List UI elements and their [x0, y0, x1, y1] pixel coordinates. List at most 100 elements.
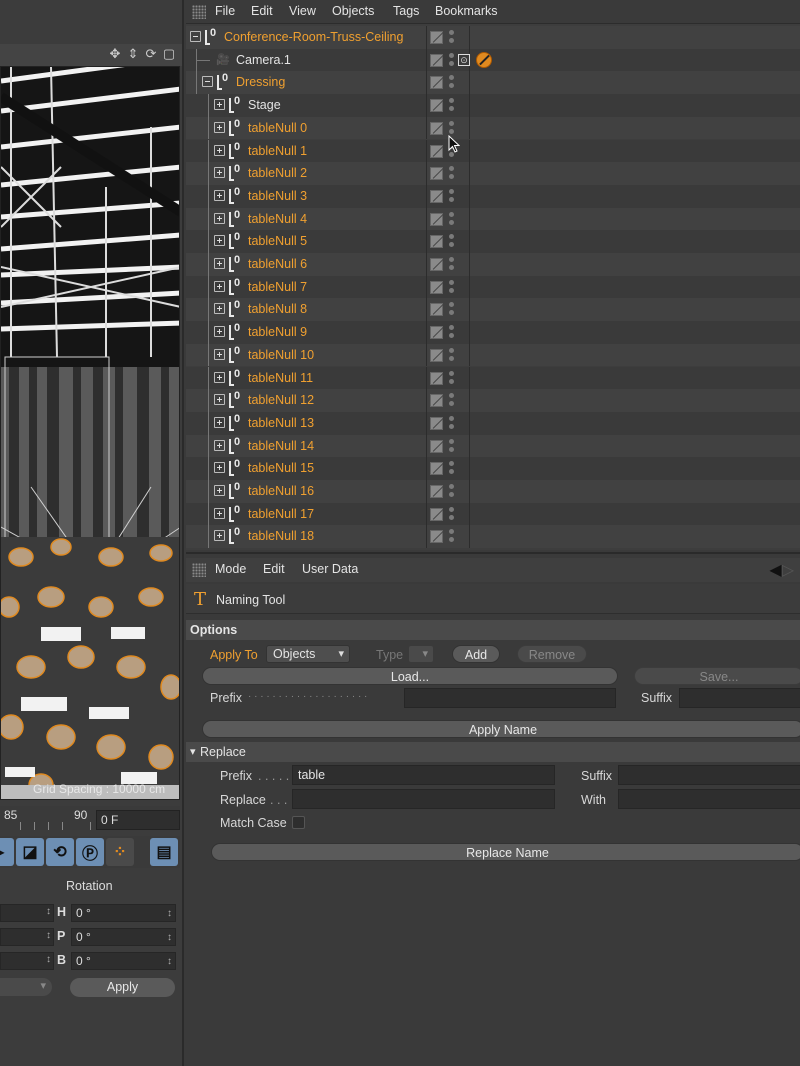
visibility-dots-icon[interactable] [449, 302, 454, 316]
menu-objects[interactable]: Objects [332, 4, 374, 18]
menu-am-edit[interactable]: Edit [263, 562, 285, 576]
layer-toggle-icon[interactable] [430, 167, 443, 181]
layer-toggle-icon[interactable] [430, 280, 443, 294]
replace-name-button[interactable]: Replace Name [211, 843, 800, 861]
replace-suffix-input[interactable] [618, 765, 800, 785]
coord-mode-dropdown[interactable] [0, 978, 52, 996]
object-row[interactable]: tableNull 16 [186, 480, 800, 503]
object-row[interactable]: tableNull 6 [186, 253, 800, 276]
object-row[interactable]: Conference-Room-Truss-Ceiling [186, 26, 800, 49]
object-row[interactable]: tableNull 9 [186, 321, 800, 344]
move-view-icon[interactable]: ✥ [108, 47, 122, 61]
layer-toggle-icon[interactable] [430, 144, 443, 158]
remove-button[interactable]: Remove [517, 645, 587, 663]
menu-mode[interactable]: Mode [215, 562, 246, 576]
replace-input[interactable] [292, 789, 555, 809]
current-frame-field[interactable]: 0 F [96, 810, 180, 830]
expand-icon[interactable] [214, 348, 225, 360]
object-row[interactable]: Stage [186, 94, 800, 117]
expand-icon[interactable] [214, 235, 225, 247]
menu-edit[interactable]: Edit [251, 4, 273, 18]
object-row[interactable]: tableNull 11 [186, 366, 800, 390]
expand-icon[interactable] [214, 212, 225, 224]
layer-toggle-icon[interactable] [430, 258, 443, 271]
layer-toggle-icon[interactable] [430, 507, 443, 521]
layer-toggle-icon[interactable] [430, 31, 443, 44]
expand-icon[interactable] [214, 99, 225, 111]
object-row[interactable]: tableNull 4 [186, 207, 800, 231]
object-row[interactable]: tableNull 3 [186, 184, 800, 208]
object-row[interactable]: tableNull 17 [186, 502, 800, 526]
size-field-z[interactable] [0, 952, 54, 970]
visibility-dots-icon[interactable] [449, 325, 454, 339]
expand-icon[interactable] [214, 167, 225, 179]
layer-toggle-icon[interactable] [430, 348, 443, 362]
suffix-input[interactable] [679, 688, 800, 708]
panel-grip-icon[interactable] [192, 563, 206, 577]
object-row[interactable]: tableNull 10 [186, 343, 800, 367]
object-row[interactable]: 🎥 Camera.1 ⊙ [186, 48, 800, 72]
visibility-dots-icon[interactable] [449, 120, 454, 135]
maximize-view-icon[interactable]: ▢ [162, 47, 176, 61]
expand-icon[interactable] [214, 121, 225, 133]
layer-toggle-icon[interactable] [430, 235, 443, 249]
layer-toggle-icon[interactable] [430, 303, 443, 317]
size-field-x[interactable] [0, 904, 54, 922]
visibility-dots-icon[interactable] [449, 393, 454, 407]
expand-icon[interactable] [214, 530, 225, 542]
point-level-icon[interactable]: ⁘ [106, 838, 134, 866]
visibility-dots-icon[interactable] [449, 188, 454, 203]
timeline-window-icon[interactable]: ▤ [150, 838, 178, 866]
object-row[interactable]: tableNull 5 [186, 230, 800, 253]
size-field-y[interactable] [0, 928, 54, 946]
expand-icon[interactable] [214, 258, 225, 269]
layer-toggle-icon[interactable] [430, 212, 443, 226]
layer-toggle-icon[interactable] [430, 326, 443, 340]
visibility-dots-icon[interactable] [449, 438, 454, 453]
3d-viewport[interactable]: Grid Spacing : 10000 cm [0, 66, 180, 800]
menu-file[interactable]: File [215, 4, 235, 18]
collapse-icon[interactable] [190, 31, 201, 42]
rotation-p-field[interactable]: 0 ° [71, 928, 176, 946]
object-row[interactable]: tableNull 2 [186, 162, 800, 185]
expand-icon[interactable] [214, 394, 225, 406]
visibility-dots-icon[interactable] [449, 98, 454, 112]
expand-icon[interactable] [214, 439, 225, 451]
expand-icon[interactable] [214, 326, 225, 338]
type-dropdown[interactable] [408, 645, 434, 663]
layer-toggle-icon[interactable] [430, 462, 443, 476]
with-input[interactable] [618, 789, 800, 809]
apply-to-dropdown[interactable]: Objects [266, 645, 350, 663]
object-row[interactable]: tableNull 7 [186, 275, 800, 299]
load-button[interactable]: Load... [202, 667, 618, 685]
object-row[interactable]: tableNull 1 [186, 139, 800, 163]
object-row[interactable]: tableNull 14 [186, 434, 800, 458]
visibility-dots-icon[interactable] [449, 347, 454, 362]
visibility-dots-icon[interactable] [449, 52, 454, 67]
layer-toggle-icon[interactable] [430, 53, 443, 67]
target-tag-icon[interactable]: ⊙ [458, 53, 470, 66]
layer-toggle-icon[interactable] [430, 371, 443, 385]
layer-toggle-icon[interactable] [430, 121, 443, 135]
menu-view[interactable]: View [289, 4, 316, 18]
expand-icon[interactable] [214, 303, 225, 315]
save-button[interactable]: Save... [634, 667, 800, 685]
visibility-dots-icon[interactable] [449, 415, 454, 430]
object-row[interactable]: tableNull 18 [186, 525, 800, 549]
menu-tags[interactable]: Tags [393, 4, 419, 18]
prefix-input[interactable] [404, 688, 616, 708]
options-heading[interactable]: Options [186, 620, 800, 640]
record-keyframe-icon[interactable]: ◪ [16, 838, 44, 866]
collapse-icon[interactable] [202, 76, 213, 88]
visibility-dots-icon[interactable] [449, 461, 454, 475]
layer-toggle-icon[interactable] [430, 485, 443, 498]
menu-user-data[interactable]: User Data [302, 562, 358, 576]
object-row[interactable]: tableNull 8 [186, 298, 800, 322]
object-row[interactable]: Dressing [186, 71, 800, 95]
rotation-b-field[interactable]: 0 ° [71, 952, 176, 970]
expand-icon[interactable] [214, 507, 225, 519]
match-case-checkbox[interactable] [292, 816, 305, 829]
replace-prefix-input[interactable]: table [292, 765, 555, 785]
expand-icon[interactable] [214, 189, 225, 201]
pan-view-icon[interactable]: ⇕ [126, 47, 140, 61]
